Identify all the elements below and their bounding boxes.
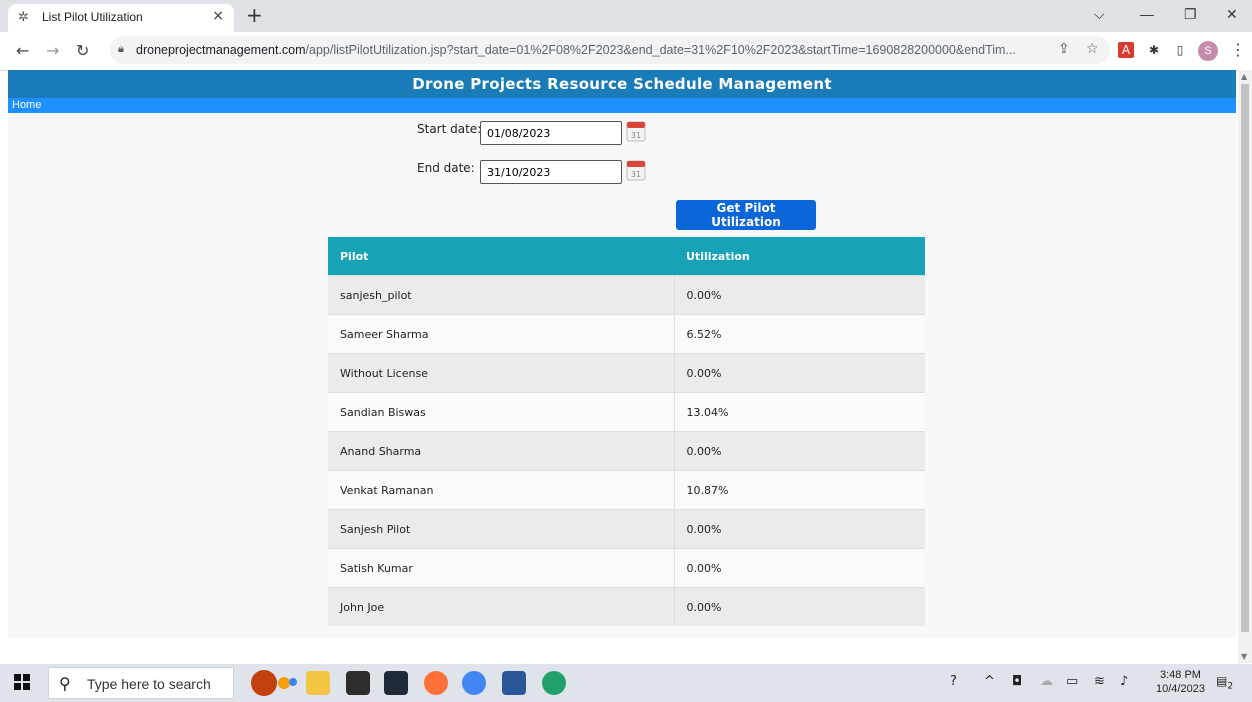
start-date-label: Start date: [417, 122, 482, 136]
chrome-icon[interactable] [462, 671, 486, 695]
meet-now-icon[interactable]: ◘ [1012, 674, 1022, 689]
tab-title: List Pilot Utilization [42, 10, 143, 24]
pilot-cell: John Joe [328, 587, 675, 626]
url-host: droneprojectmanagement.com [136, 43, 306, 57]
scroll-down-arrow-icon[interactable]: ▼ [1241, 652, 1247, 661]
minimize-button[interactable]: — [1140, 6, 1154, 22]
back-icon[interactable]: ← [16, 41, 29, 60]
windows-taskbar: ⚲ Type here to search ? ^ ◘ ☁ ▭ ≋ ♪ 3:48… [0, 664, 1252, 702]
firefox-icon[interactable] [424, 671, 448, 695]
cloud-icon[interactable]: ☁ [1040, 674, 1053, 689]
browser-tab-bar: ✲ List Pilot Utilization × + ⌵ — ❐ ✕ [0, 0, 1252, 32]
utilization-cell: 0.00% [674, 431, 925, 471]
new-tab-button[interactable]: + [246, 5, 263, 25]
search-icon: ⚲ [59, 674, 71, 693]
get-pilot-utilization-button[interactable]: Get Pilot Utilization [676, 200, 816, 230]
mail-icon[interactable] [384, 671, 408, 695]
app-header-title: Drone Projects Resource Schedule Managem… [8, 70, 1236, 98]
utilization-cell: 0.00% [674, 548, 925, 588]
utilization-cell: 0.00% [674, 275, 925, 315]
browser-toolbar: ← → ↻ 🔒︎ droneprojectmanagement.com/app/… [0, 32, 1252, 71]
wifi-icon[interactable]: ≋ [1094, 674, 1105, 689]
home-link[interactable]: Home [12, 98, 41, 113]
table-row: Anand Sharma 0.00% [328, 431, 925, 471]
url-text: droneprojectmanagement.com/app/listPilot… [136, 43, 1016, 57]
extensions-puzzle-icon[interactable]: ✱ [1146, 42, 1162, 58]
scroll-up-arrow-icon[interactable]: ▲ [1241, 72, 1247, 81]
taskbar-clock[interactable]: 3:48 PM 10/4/2023 [1156, 668, 1205, 696]
table-row: Without License 0.00% [328, 353, 925, 393]
pilot-cell: Sameer Sharma [328, 314, 675, 354]
chevron-up-icon[interactable]: ^ [984, 674, 995, 689]
end-date-input[interactable] [480, 160, 622, 184]
terminal-icon[interactable] [346, 671, 370, 695]
scroll-thumb[interactable] [1241, 84, 1249, 632]
url-path: /app/listPilotUtilization.jsp?start_date… [305, 43, 1016, 57]
side-panel-icon[interactable]: ▯ [1172, 42, 1188, 58]
start-date-input[interactable] [480, 121, 622, 145]
profile-avatar[interactable]: S [1198, 41, 1218, 61]
tab-close-icon[interactable]: × [212, 8, 224, 24]
nav-bar: Home [8, 98, 1236, 113]
bookmark-star-icon[interactable]: ☆ [1086, 41, 1099, 57]
pilot-cell: Satish Kumar [328, 548, 675, 588]
volume-icon[interactable]: ♪ [1120, 674, 1128, 689]
end-calendar-icon[interactable]: 31 [626, 159, 646, 181]
weather-widget-icon[interactable] [248, 668, 298, 698]
utilization-cell: 0.00% [674, 353, 925, 393]
taskbar-search-box[interactable]: ⚲ Type here to search [48, 667, 234, 699]
forward-icon[interactable]: → [46, 41, 59, 60]
clock-date: 10/4/2023 [1156, 683, 1205, 695]
page-scrollbar[interactable]: ▲ ▼ [1238, 70, 1252, 663]
utilization-column-header: Utilization [674, 237, 925, 276]
notification-count: 2 [1227, 681, 1234, 692]
table-row: Sameer Sharma 6.52% [328, 314, 925, 354]
notification-icon[interactable]: ▤2 [1216, 674, 1233, 691]
word-icon[interactable] [502, 671, 526, 695]
pilot-cell: Anand Sharma [328, 431, 675, 471]
pilot-cell: Sandian Biswas [328, 392, 675, 432]
pdf-extension-icon[interactable]: A [1118, 42, 1134, 58]
restore-button[interactable]: ❐ [1184, 6, 1197, 23]
drone-favicon-icon: ✲ [18, 10, 29, 25]
start-calendar-day: 31 [631, 131, 641, 140]
browser-tab[interactable]: ✲ List Pilot Utilization × [8, 4, 234, 32]
tab-search-icon[interactable]: ⌵ [1094, 6, 1105, 23]
table-row: Satish Kumar 0.00% [328, 548, 925, 588]
utilization-cell: 0.00% [674, 509, 925, 549]
taskbar-search-placeholder: Type here to search [87, 676, 211, 692]
utilization-cell: 10.87% [674, 470, 925, 510]
table-row: Sanjesh Pilot 0.00% [328, 509, 925, 549]
lock-icon: 🔒︎ [118, 42, 124, 55]
file-explorer-icon[interactable] [306, 671, 330, 695]
table-row: sanjesh_pilot 0.00% [328, 275, 925, 315]
start-calendar-icon[interactable]: 31 [626, 120, 646, 142]
sheets-app-icon[interactable] [542, 671, 566, 695]
reload-icon[interactable]: ↻ [76, 41, 89, 60]
table-header-row: Pilot Utilization [328, 237, 925, 276]
pilot-cell: Venkat Ramanan [328, 470, 675, 510]
pilot-cell: Sanjesh Pilot [328, 509, 675, 549]
end-calendar-day: 31 [631, 170, 641, 179]
utilization-cell: 0.00% [674, 587, 925, 626]
pilot-column-header: Pilot [328, 237, 674, 276]
table-row: John Joe 0.00% [328, 587, 925, 626]
share-icon[interactable]: ⇪ [1058, 41, 1070, 57]
pilot-cell: Without License [328, 353, 675, 393]
web-page: Drone Projects Resource Schedule Managem… [8, 70, 1236, 638]
pilot-utilization-table: Pilot Utilization sanjesh_pilot 0.00% Sam… [328, 237, 925, 626]
utilization-cell: 13.04% [674, 392, 925, 432]
close-window-button[interactable]: ✕ [1226, 6, 1238, 23]
windows-start-icon[interactable] [14, 674, 30, 690]
clock-time: 3:48 PM [1159, 669, 1201, 681]
help-tray-icon[interactable]: ? [950, 674, 957, 689]
address-bar[interactable]: 🔒︎ droneprojectmanagement.com/app/listPi… [110, 36, 1110, 64]
battery-icon[interactable]: ▭ [1066, 674, 1078, 689]
end-date-label: End date: [417, 161, 475, 175]
utilization-cell: 6.52% [674, 314, 925, 354]
table-row: Venkat Ramanan 10.87% [328, 470, 925, 510]
browser-menu-icon[interactable]: ⋮ [1230, 40, 1246, 59]
table-row: Sandian Biswas 13.04% [328, 392, 925, 432]
pilot-cell: sanjesh_pilot [328, 275, 675, 315]
